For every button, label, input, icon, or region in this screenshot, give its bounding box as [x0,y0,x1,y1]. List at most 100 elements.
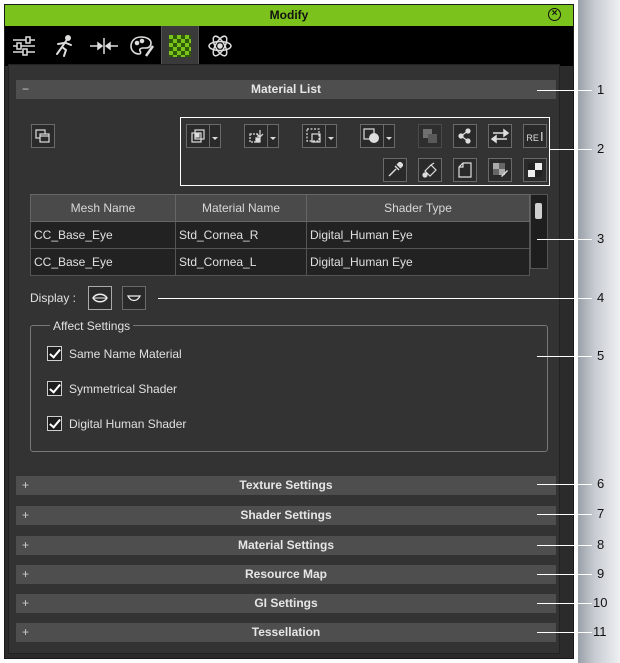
swap-icon [491,128,509,144]
table-cell: CC_Base_Eye [30,248,176,276]
display-lower-button[interactable] [122,286,146,310]
texture-edit-button[interactable] [488,158,512,182]
callout-line [537,514,592,515]
document-icon [458,162,472,178]
scrollbar-thumb[interactable] [535,203,542,219]
rename-button[interactable]: REI [523,124,547,148]
share-material-button[interactable] [453,124,477,148]
symmetrical-shader-checkbox[interactable] [47,381,62,396]
document-button[interactable] [453,158,477,182]
callout-line [537,239,592,240]
atom-icon [208,35,232,57]
eye-icon [92,293,108,303]
copy-icon [423,129,437,143]
material-ball-dropdown[interactable] [384,124,395,148]
callout-line [158,298,592,299]
tab-physics[interactable] [201,26,239,66]
callout-line [537,545,592,546]
select-material-dropdown[interactable] [326,124,337,148]
windows-icon [35,129,50,143]
close-icon[interactable]: × [548,8,561,21]
table-scrollbar[interactable] [530,194,548,269]
material-settings-header[interactable]: + Material Settings [16,536,556,555]
section-title: Material Settings [237,538,335,552]
tab-bar [5,26,573,66]
display-eye-button[interactable] [88,286,112,310]
half-eye-icon [127,295,141,302]
share-icon [458,128,471,144]
paint-bucket-icon [422,162,437,178]
callout-number: 2 [597,141,605,156]
callout-number: 1 [597,82,605,97]
select-material-button[interactable] [302,124,326,148]
swap-material-button[interactable] [488,124,512,148]
load-material-dropdown[interactable] [210,124,221,148]
callout-number: 7 [597,506,605,521]
picker-button[interactable] [383,158,407,182]
expand-icon: + [22,567,30,581]
table-header-row: Mesh Name Material Name Shader Type [30,194,530,222]
save-icon [249,130,264,143]
section-title: Resource Map [244,567,328,581]
table-cell: Digital_Human Eye [306,248,530,276]
rename-label: RE [526,132,539,143]
checkbox-label: Symmetrical Shader [69,382,178,396]
material-table: Mesh Name Material Name Shader Type CC_B… [30,194,530,276]
checkbox-label: Same Name Material [69,347,182,361]
tessellation-header[interactable]: + Tessellation [16,623,556,642]
expand-icon: + [22,596,30,610]
tab-attribute[interactable] [5,26,43,66]
expand-icon: + [22,625,30,639]
material-list-header[interactable]: − Material List [16,80,556,99]
expand-icon: + [22,538,30,552]
callout-number: 6 [597,476,605,491]
copy-material-button[interactable] [418,124,442,148]
section-title: Tessellation [251,625,321,639]
callout-number: 9 [597,566,605,581]
table-row[interactable]: CC_Base_Eye Std_Cornea_L Digital_Human E… [30,248,530,276]
column-header[interactable]: Mesh Name [30,194,176,222]
callout-number: 10 [593,595,608,610]
table-row[interactable]: CC_Base_Eye Std_Cornea_R Digital_Human E… [30,221,530,249]
save-material-button[interactable] [244,124,268,148]
table-cell: CC_Base_Eye [30,221,176,249]
texture-settings-header[interactable]: + Texture Settings [16,476,556,495]
affect-settings-legend: Affect Settings [50,319,134,333]
checker-icon [169,35,191,57]
tab-appearance[interactable] [123,26,161,66]
material-list-title: Material List [250,82,322,96]
palette-icon [130,36,155,57]
checker-map-button[interactable] [523,158,547,182]
digital-human-shader-checkbox[interactable] [47,416,62,431]
align-icon [90,38,118,54]
column-header[interactable]: Material Name [175,194,307,222]
section-title: Shader Settings [240,508,332,522]
expand-icon: + [22,508,30,522]
paint-bucket-button[interactable] [418,158,442,182]
texture-edit-icon [493,163,508,177]
column-header[interactable]: Shader Type [306,194,530,222]
save-material-dropdown[interactable] [268,124,279,148]
callout-line [537,356,592,357]
table-cell: Std_Cornea_R [175,221,307,249]
resource-map-header[interactable]: + Resource Map [16,565,556,584]
sphere-icon [363,128,379,143]
tab-material[interactable] [161,26,199,66]
expand-icon: + [22,478,30,492]
load-material-button[interactable] [186,124,210,148]
material-ball-button[interactable] [360,124,384,148]
tab-align[interactable] [85,26,123,66]
callout-line [537,603,592,604]
section-title: Texture Settings [239,478,333,492]
collapse-icon: − [22,82,30,96]
material-window-button[interactable] [31,124,55,148]
sliders-icon [13,36,35,56]
select-icon [306,128,321,143]
same-name-material-checkbox[interactable] [47,346,62,361]
shader-settings-header[interactable]: + Shader Settings [16,506,556,525]
tab-motion[interactable] [45,26,83,66]
load-icon [191,129,205,143]
gi-settings-header[interactable]: + GI Settings [16,594,556,613]
callout-number: 11 [593,624,607,639]
callout-line [537,90,592,91]
